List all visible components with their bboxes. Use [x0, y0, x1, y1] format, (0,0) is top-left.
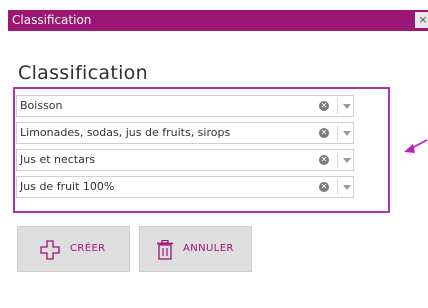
- classification-select-level-4[interactable]: Jus de fruit 100% ✕: [16, 176, 354, 198]
- trash-icon: [157, 240, 173, 260]
- chevron-down-icon[interactable]: [343, 104, 351, 109]
- clear-icon[interactable]: ✕: [319, 155, 329, 165]
- classification-select-level-2[interactable]: Limonades, sodas, jus de fruits, sirops …: [16, 122, 354, 144]
- select-divider: [337, 98, 338, 114]
- create-button[interactable]: CRÉER: [17, 226, 130, 272]
- clear-icon[interactable]: ✕: [319, 128, 329, 138]
- chevron-down-icon[interactable]: [343, 185, 351, 190]
- chevron-down-icon[interactable]: [343, 158, 351, 163]
- arrow-icon: [404, 139, 428, 153]
- select-divider: [337, 125, 338, 141]
- select-value: Jus de fruit 100%: [20, 180, 115, 193]
- close-icon: ×: [418, 13, 428, 26]
- cancel-button-label: ANNULER: [183, 243, 234, 254]
- plus-icon: [40, 240, 60, 260]
- clear-icon[interactable]: ✕: [319, 182, 329, 192]
- classification-select-level-3[interactable]: Jus et nectars ✕: [16, 149, 354, 171]
- chevron-down-icon[interactable]: [343, 131, 351, 136]
- select-value: Limonades, sodas, jus de fruits, sirops: [20, 126, 231, 139]
- create-button-label: CRÉER: [70, 243, 106, 254]
- cancel-button[interactable]: ANNULER: [139, 226, 252, 272]
- window-title: Classification: [12, 13, 92, 27]
- select-divider: [337, 179, 338, 195]
- classification-select-level-1[interactable]: Boisson ✕: [16, 95, 354, 117]
- select-value: Boisson: [20, 99, 63, 112]
- select-value: Jus et nectars: [20, 153, 96, 166]
- select-divider: [337, 152, 338, 168]
- window-titlebar: Classification: [8, 10, 428, 31]
- close-button[interactable]: ×: [415, 12, 428, 28]
- clear-icon[interactable]: ✕: [319, 101, 329, 111]
- page-title: Classification: [18, 62, 148, 84]
